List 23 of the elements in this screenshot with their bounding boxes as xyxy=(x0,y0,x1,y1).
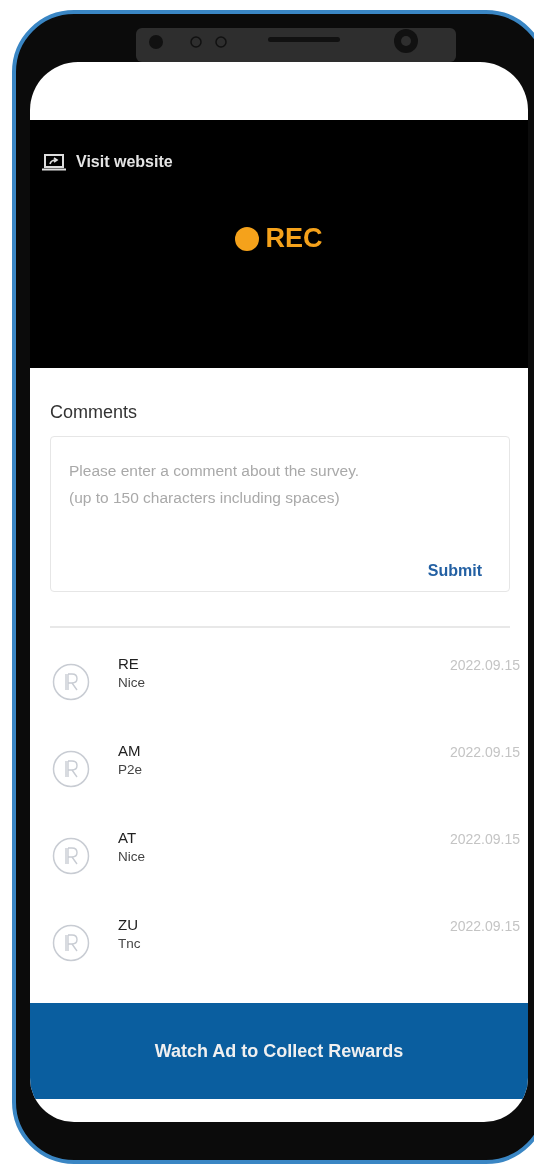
comment-date: 2022.09.15 xyxy=(449,918,520,934)
comment-text: Tnc xyxy=(118,936,142,951)
rec-label: REC xyxy=(265,223,323,254)
comments-title: Comments xyxy=(50,402,139,423)
comment-date: 2022.09.15 xyxy=(449,657,520,673)
commenter-name: RE xyxy=(118,655,140,672)
visit-website-link[interactable]: Visit website xyxy=(42,153,173,171)
watch-ad-button[interactable]: Watch Ad to Collect Rewards xyxy=(30,1003,528,1099)
avatar-icon xyxy=(52,924,90,962)
comment-date: 2022.09.15 xyxy=(449,831,520,847)
comment-text: P2e xyxy=(118,762,144,777)
avatar-icon xyxy=(52,750,90,788)
avatar-icon xyxy=(52,663,90,701)
submit-button[interactable]: Submit xyxy=(423,558,486,584)
avatar-icon xyxy=(52,837,90,875)
comment-text: Nice xyxy=(118,849,146,864)
record-dot-icon xyxy=(235,226,260,251)
commenter-name: ZU xyxy=(118,916,139,933)
commenter-name: AM xyxy=(118,742,142,759)
commenter-name: AT xyxy=(118,829,138,846)
comment-date: 2022.09.15 xyxy=(449,744,520,760)
laptop-icon xyxy=(42,153,66,171)
comment-text: Nice xyxy=(118,675,146,690)
